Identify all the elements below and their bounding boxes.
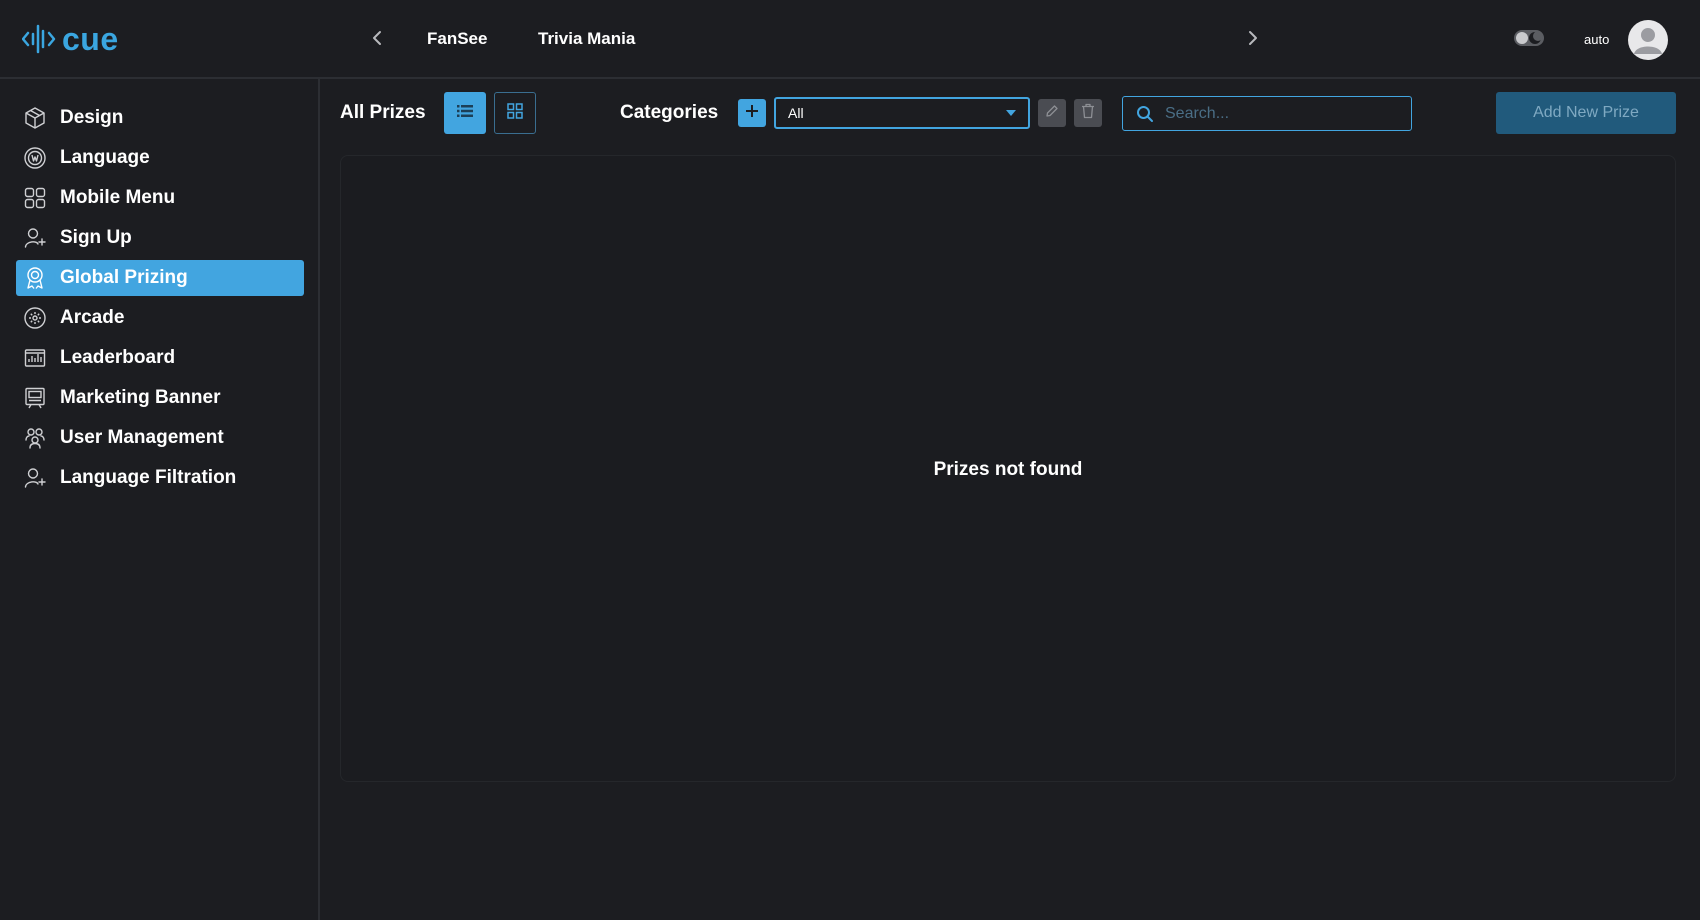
- categories-label: Categories: [620, 102, 719, 123]
- top-bar: cue FanSee Trivia Mania auto: [0, 0, 1700, 79]
- theme-toggle-icon: [1513, 30, 1545, 52]
- sidebar: Design Language Mobile Menu Sign Up Glob…: [0, 79, 320, 920]
- award-icon: [23, 266, 47, 290]
- trash-icon: [1081, 103, 1095, 124]
- sidebar-item-label: Marketing Banner: [60, 387, 221, 408]
- search-box: [1122, 96, 1412, 131]
- grid-icon: [507, 102, 523, 124]
- next-app-button[interactable]: [1241, 26, 1265, 54]
- delete-category-button[interactable]: [1074, 99, 1102, 127]
- sidebar-item-marketing-banner[interactable]: Marketing Banner: [16, 380, 304, 416]
- sidebar-item-global-prizing[interactable]: Global Prizing: [16, 260, 304, 296]
- chevron-right-icon: [1247, 30, 1259, 51]
- user-avatar-icon: [1628, 28, 1668, 60]
- tab-trivia-mania[interactable]: Trivia Mania: [538, 27, 635, 51]
- logo-text: cue: [62, 21, 119, 57]
- user-plus-icon: [23, 466, 47, 490]
- users-icon: [23, 426, 47, 450]
- add-new-prize-button[interactable]: Add New Prize: [1496, 92, 1676, 134]
- pencil-icon: [1045, 104, 1059, 123]
- empty-state-message: Prizes not found: [933, 459, 1083, 480]
- sidebar-item-label: Language Filtration: [60, 467, 237, 488]
- add-category-button[interactable]: [738, 99, 766, 127]
- sidebar-item-label: Sign Up: [60, 227, 132, 248]
- theme-toggle[interactable]: [1513, 28, 1545, 53]
- plus-icon: [744, 103, 760, 124]
- sidebar-item-leaderboard[interactable]: Leaderboard: [16, 340, 304, 376]
- chevron-left-icon: [371, 30, 383, 51]
- sidebar-item-language[interactable]: Language: [16, 140, 304, 176]
- language-icon: [23, 146, 47, 170]
- sidebar-item-mobile-menu[interactable]: Mobile Menu: [16, 180, 304, 216]
- page-title: All Prizes: [340, 102, 426, 123]
- edit-category-button[interactable]: [1038, 99, 1066, 127]
- category-select[interactable]: All: [774, 97, 1030, 129]
- list-view-button[interactable]: [444, 92, 486, 134]
- leaderboard-icon: [23, 346, 47, 370]
- sidebar-item-user-management[interactable]: User Management: [16, 420, 304, 456]
- list-icon: [457, 104, 473, 123]
- prev-app-button[interactable]: [365, 26, 389, 54]
- soundwave-logo-icon: [22, 23, 56, 55]
- sidebar-item-label: Mobile Menu: [60, 187, 176, 208]
- prizes-panel: Prizes not found: [340, 155, 1676, 782]
- app-logo[interactable]: cue: [22, 20, 119, 58]
- sidebar-item-label: Leaderboard: [60, 347, 176, 368]
- sidebar-item-label: Design: [60, 107, 124, 128]
- caret-down-icon: [1006, 110, 1016, 116]
- theme-mode-label: auto: [1584, 32, 1610, 47]
- category-select-value: All: [788, 105, 804, 121]
- sidebar-item-label: User Management: [60, 427, 224, 448]
- tab-fansee[interactable]: FanSee: [427, 27, 487, 51]
- search-input[interactable]: [1165, 98, 1411, 129]
- sidebar-item-label: Global Prizing: [60, 267, 188, 288]
- sidebar-item-language-filtration[interactable]: Language Filtration: [16, 460, 304, 496]
- banner-icon: [23, 386, 47, 410]
- sidebar-item-arcade[interactable]: Arcade: [16, 300, 304, 336]
- sidebar-item-design[interactable]: Design: [16, 100, 304, 136]
- grid-menu-icon: [23, 186, 47, 210]
- user-plus-icon: [23, 226, 47, 250]
- cube-icon: [23, 106, 47, 130]
- grid-view-button[interactable]: [494, 92, 536, 134]
- sidebar-item-sign-up[interactable]: Sign Up: [16, 220, 304, 256]
- search-icon: [1135, 104, 1155, 124]
- arcade-icon: [23, 306, 47, 330]
- sidebar-item-label: Arcade: [60, 307, 125, 328]
- sidebar-item-label: Language: [60, 147, 150, 168]
- user-avatar[interactable]: [1628, 20, 1668, 60]
